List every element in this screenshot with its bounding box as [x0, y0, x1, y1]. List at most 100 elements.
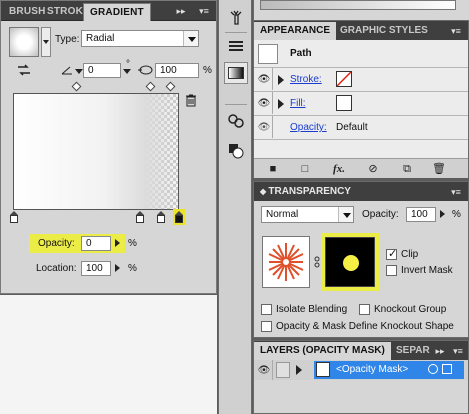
appearance-opacity-row[interactable]: 👁 Opacity: Default: [254, 116, 468, 140]
gradient-slider[interactable]: [13, 93, 179, 210]
blend-mode-select[interactable]: Normal: [261, 206, 354, 223]
object-type-label: Path: [290, 48, 312, 59]
trash-icon[interactable]: 🗑: [432, 162, 446, 176]
transparency-opacity-label: Opacity:: [362, 209, 399, 220]
stop-opacity-slider-icon[interactable]: [113, 236, 122, 251]
invert-mask-checkbox[interactable]: [386, 265, 397, 276]
trash-icon[interactable]: [185, 94, 197, 107]
angle-input[interactable]: 0: [83, 63, 121, 78]
appearance-object-row: Path: [254, 40, 468, 68]
gradient-stop[interactable]: [10, 211, 18, 223]
panel-menu-icon[interactable]: ▾≡: [450, 186, 462, 198]
gradient-swatch-dropdown[interactable]: [41, 27, 51, 57]
stop-opacity-percent: %: [128, 238, 137, 249]
symbol-sprayer-icon[interactable]: [224, 6, 248, 28]
stroke-link[interactable]: Stroke:: [290, 74, 322, 85]
object-thumbnail: [258, 44, 278, 64]
type-select[interactable]: Radial: [81, 30, 199, 47]
stop-opacity-label: Opacity:: [38, 238, 75, 249]
stroke-none-swatch[interactable]: [336, 71, 352, 87]
new-art-basic-appearance-icon[interactable]: ■: [266, 162, 280, 176]
tab-graphic-styles[interactable]: GRAPHIC STYLES: [334, 22, 434, 40]
transparency-icon[interactable]: [224, 140, 248, 162]
artwork-thumbnail[interactable]: [262, 236, 310, 288]
stop-location-slider-icon[interactable]: [113, 261, 122, 276]
no-entry-icon[interactable]: ⊘: [366, 162, 380, 176]
gradient-panel-icon[interactable]: [224, 62, 248, 84]
panel-menu-icon[interactable]: ▾≡: [198, 5, 210, 17]
fill-swatch[interactable]: [336, 95, 352, 111]
gradient-swatch-preview[interactable]: [9, 27, 39, 57]
visibility-eye-icon[interactable]: 👁: [256, 68, 273, 90]
fx-icon[interactable]: fx.: [332, 162, 346, 176]
target-icon[interactable]: [428, 364, 438, 374]
transparency-opacity-percent: %: [452, 209, 461, 220]
lock-toggle[interactable]: [276, 362, 290, 378]
transparency-panel: ◆ TRANSPARENCY ▾≡ Normal Opacity: 100 %: [253, 181, 469, 338]
layers-panel: LAYERS (OPACITY MASK) SEPAR ▸▸ ▾≡ 👁 <Opa…: [253, 340, 469, 414]
transparency-opacity-input[interactable]: 100: [406, 207, 436, 222]
tab-separations[interactable]: SEPAR: [390, 342, 436, 360]
gradient-midpoint[interactable]: [71, 81, 82, 92]
opacity-mask-knockout-checkbox[interactable]: [261, 321, 272, 332]
opacity-mask-thumbnail[interactable]: [325, 237, 375, 287]
gradient-stop[interactable]: [157, 211, 165, 223]
fill-link[interactable]: Fill:: [290, 98, 306, 109]
gradient-tabbar: BRUSH STROK GRADIENT ▸▸ ▾≡: [1, 1, 216, 21]
visibility-eye-icon[interactable]: 👁: [256, 92, 273, 114]
expand-triangle-icon[interactable]: [278, 75, 284, 85]
opacity-link[interactable]: Opacity:: [290, 122, 327, 133]
clear-appearance-icon[interactable]: □: [298, 162, 312, 176]
visibility-eye-icon[interactable]: 👁: [256, 116, 273, 138]
layer-name-label: <Opacity Mask>: [336, 364, 409, 375]
opacity-mask-knockout-label: Opacity & Mask Define Knockout Shape: [276, 321, 454, 332]
appearance-fill-row[interactable]: 👁 Fill:: [254, 92, 468, 116]
tab-gradient[interactable]: GRADIENT: [83, 3, 151, 21]
transparency-header: ◆ TRANSPARENCY ▾≡: [254, 182, 468, 201]
transparency-title-text: TRANSPARENCY: [268, 186, 351, 197]
stop-location-input[interactable]: 100: [81, 261, 111, 276]
transparency-title: ◆ TRANSPARENCY: [260, 186, 351, 197]
knockout-group-checkbox[interactable]: [359, 304, 370, 315]
align-icon[interactable]: [224, 36, 248, 58]
aspect-ratio-input[interactable]: 100: [155, 63, 199, 78]
clip-checkbox[interactable]: [386, 247, 397, 260]
tab-stroke[interactable]: STROK: [41, 3, 89, 21]
knockout-group-label: Knockout Group: [374, 304, 447, 315]
chevron-down-icon: [338, 207, 353, 222]
panel-menu-icon[interactable]: ▾≡: [452, 345, 464, 357]
gradient-midpoint[interactable]: [145, 81, 156, 92]
expand-triangle-icon[interactable]: [296, 365, 302, 375]
link-mask-icon[interactable]: [314, 256, 320, 268]
pathfinder-icon[interactable]: [224, 110, 248, 132]
stop-opacity-input[interactable]: 0: [81, 236, 111, 251]
isolate-blending-checkbox[interactable]: [261, 304, 272, 315]
aspect-percent: %: [203, 65, 212, 76]
appearance-stroke-row[interactable]: 👁 Stroke:: [254, 68, 468, 92]
gradient-stop-selected[interactable]: [173, 209, 185, 225]
tab-appearance[interactable]: APPEARANCE: [254, 22, 337, 40]
appearance-tabbar: APPEARANCE GRAPHIC STYLES ▾≡: [254, 21, 468, 40]
transparency-opacity-slider-icon[interactable]: [438, 207, 447, 222]
appearance-panel: APPEARANCE GRAPHIC STYLES ▾≡ Path 👁 Stro…: [253, 20, 469, 178]
color-ramp[interactable]: [260, 0, 456, 10]
selection-indicator-icon[interactable]: [442, 364, 452, 374]
expand-triangle-icon[interactable]: [278, 99, 284, 109]
type-label: Type:: [55, 34, 80, 45]
reverse-gradient-icon[interactable]: [17, 64, 31, 76]
clip-label: Clip: [401, 249, 419, 260]
gradient-panel: BRUSH STROK GRADIENT ▸▸ ▾≡ Type: Radial …: [0, 0, 217, 294]
angle-icon: [61, 65, 73, 75]
canvas-area[interactable]: [0, 295, 217, 414]
visibility-eye-icon[interactable]: 👁: [256, 360, 273, 380]
chevron-down-icon: [183, 31, 198, 46]
duplicate-item-icon[interactable]: ⧉: [400, 162, 414, 176]
layer-row[interactable]: 👁 <Opacity Mask>: [254, 360, 468, 380]
gradient-stop[interactable]: [136, 211, 144, 223]
panel-menu-icon[interactable]: ▾≡: [450, 25, 462, 37]
collapse-icon[interactable]: ▸▸: [434, 345, 446, 357]
blend-mode-value: Normal: [266, 209, 299, 220]
gradient-midpoint[interactable]: [165, 81, 176, 92]
tab-layers-opacity-mask[interactable]: LAYERS (OPACITY MASK): [254, 342, 391, 360]
collapse-icon[interactable]: ▸▸: [175, 5, 187, 17]
